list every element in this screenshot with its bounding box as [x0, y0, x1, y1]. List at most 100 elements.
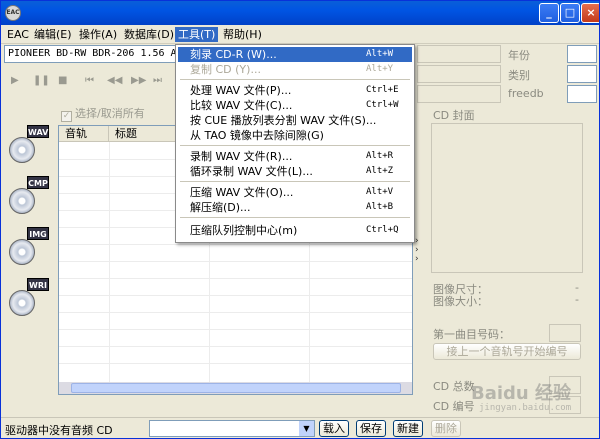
cue-select[interactable]: ▼: [149, 420, 315, 437]
menu-compression-queue[interactable]: 压缩队列控制中心(m) Ctrl+Q: [178, 223, 412, 238]
menu-item-label: 按 CUE 播放列表分割 WAV 文件(S)...: [190, 114, 377, 127]
prev-track-icon[interactable]: ◀◀: [107, 75, 122, 86]
continue-numbering-button[interactable]: 接上一个音轨号开始编号: [433, 343, 581, 360]
first-track-number-label: 第一曲目号码：: [433, 328, 510, 341]
track-list-scrollbar[interactable]: [59, 382, 412, 394]
artist-field[interactable]: [417, 65, 501, 83]
load-button[interactable]: 载入: [319, 420, 349, 437]
eac-window: EAC _ □ × EAC 编辑(E) 操作(A) 数据库(D) 工具(T) 帮…: [0, 0, 600, 439]
play-icon[interactable]: ▶: [11, 75, 19, 86]
cd-number-label: CD 编号: [433, 400, 475, 413]
minimize-button[interactable]: _: [539, 3, 559, 23]
grid-line: [109, 142, 110, 382]
tools-dropdown-menu: 刻录 CD-R (W)... Alt+W 复制 CD (Y)... Alt+Y …: [175, 44, 415, 243]
save-button[interactable]: 保存: [356, 420, 386, 437]
delete-button[interactable]: 删除: [431, 420, 461, 437]
disc-icon: [9, 188, 35, 214]
menu-compress-wav[interactable]: 压缩 WAV 文件(O)... Alt+V: [178, 185, 412, 200]
menu-item-shortcut: Alt+Z: [366, 166, 394, 176]
select-all-checkbox[interactable]: ✓ 选择/取消所有: [61, 105, 145, 122]
menu-item-shortcut: Ctrl+E: [366, 85, 399, 95]
disc-icon: [9, 290, 35, 316]
menu-eac[interactable]: EAC: [4, 27, 32, 42]
image-bytes-label: 图像大小：: [433, 295, 488, 308]
scrollbar-thumb[interactable]: [71, 383, 401, 393]
last-track-icon[interactable]: ⏭: [153, 75, 162, 86]
expand-arrows-icon[interactable]: › › ›: [415, 237, 427, 267]
album-field[interactable]: [417, 45, 501, 63]
col-track[interactable]: 音轨: [59, 126, 109, 142]
image-copy-button[interactable]: IMG: [9, 227, 49, 265]
chevron-down-icon[interactable]: ▼: [299, 421, 314, 436]
first-track-icon[interactable]: ⏮: [85, 75, 94, 86]
menu-record-wav[interactable]: 录制 WAV 文件(R)... Alt+R: [178, 149, 412, 164]
grid-line: [59, 278, 412, 279]
menu-remove-gaps-tao[interactable]: 从 TAO 镜像中去除间隙(G): [178, 128, 412, 143]
cd-cover-label: CD 封面: [433, 109, 475, 122]
first-track-number-field[interactable]: [549, 324, 581, 342]
title-bar[interactable]: EAC _ □ ×: [1, 1, 599, 25]
menu-decompress[interactable]: 解压缩(D)... Alt+B: [178, 200, 412, 215]
menu-item-label: 复制 CD (Y)...: [190, 63, 261, 76]
grid-line: [59, 261, 412, 262]
write-cd-button[interactable]: WRI: [9, 278, 49, 316]
drive-select[interactable]: PIONEER BD-RW BDR-206 1.56 Ad: [4, 45, 190, 63]
menu-item-shortcut: Alt+V: [366, 187, 394, 197]
menu-split-wav-by-cue[interactable]: 按 CUE 播放列表分割 WAV 文件(S)...: [178, 113, 412, 128]
status-message: 驱动器中没有音频 CD: [5, 424, 113, 437]
grid-line: [59, 363, 412, 364]
year-field[interactable]: [567, 45, 597, 63]
menu-process-wav[interactable]: 处理 WAV 文件(P)... Ctrl+E: [178, 83, 412, 98]
cd-cover-image[interactable]: [431, 123, 583, 273]
menu-compare-wav[interactable]: 比较 WAV 文件(C)... Ctrl+W: [178, 98, 412, 113]
menu-item-shortcut: Ctrl+W: [366, 100, 399, 110]
cd-total-label: CD 总数: [433, 380, 475, 393]
genre-field[interactable]: [567, 65, 597, 83]
pause-icon[interactable]: ❚❚: [33, 75, 50, 86]
menu-help[interactable]: 帮助(H): [220, 27, 265, 42]
extract-compressed-button[interactable]: CMP: [9, 176, 49, 214]
menu-item-label: 从 TAO 镜像中去除间隙(G): [190, 129, 324, 142]
wav-tag: WAV: [27, 125, 49, 138]
close-button[interactable]: ×: [581, 3, 599, 23]
menu-item-shortcut: Alt+R: [366, 151, 394, 161]
grid-line: [59, 346, 412, 347]
grid-line: [59, 244, 412, 245]
menu-copy-cd[interactable]: 复制 CD (Y)... Alt+Y: [178, 62, 412, 77]
menu-item-label: 录制 WAV 文件(R)...: [190, 150, 293, 163]
menu-separator: [180, 181, 410, 182]
menu-item-shortcut: Alt+W: [366, 49, 394, 59]
col-title[interactable]: 标题: [109, 126, 137, 142]
menu-edit[interactable]: 编辑(E): [31, 27, 75, 42]
menu-separator: [180, 79, 410, 80]
menu-item-label: 压缩 WAV 文件(O)...: [190, 186, 294, 199]
menu-loop-record-wav[interactable]: 循环录制 WAV 文件(L)... Alt+Z: [178, 164, 412, 179]
disc-icon: [9, 137, 35, 163]
disc-icon: [9, 239, 35, 265]
menu-item-label: 循环录制 WAV 文件(L)...: [190, 165, 313, 178]
img-tag: IMG: [27, 227, 49, 240]
menu-item-label: 比较 WAV 文件(C)...: [190, 99, 293, 112]
composer-field[interactable]: [417, 85, 501, 103]
grid-line: [59, 329, 412, 330]
menu-item-shortcut: Alt+Y: [366, 64, 394, 74]
menu-database[interactable]: 数据库(D): [121, 27, 177, 42]
menu-action[interactable]: 操作(A): [76, 27, 120, 42]
menu-separator: [180, 145, 410, 146]
new-button[interactable]: 新建: [393, 420, 423, 437]
year-label: 年份: [508, 49, 530, 62]
menu-tools[interactable]: 工具(T): [175, 27, 219, 42]
menu-item-label: 解压缩(D)...: [190, 201, 251, 214]
menu-item-label: 处理 WAV 文件(P)...: [190, 84, 292, 97]
eac-app-icon[interactable]: EAC: [5, 5, 21, 21]
next-track-icon[interactable]: ▶▶: [131, 75, 146, 86]
extract-wav-button[interactable]: WAV: [9, 125, 49, 163]
grid-line: [59, 312, 412, 313]
menu-burn-cdr[interactable]: 刻录 CD-R (W)... Alt+W: [178, 47, 412, 62]
stop-icon[interactable]: ■: [58, 75, 67, 86]
menu-separator: [180, 217, 410, 218]
freedb-field[interactable]: [567, 85, 597, 103]
maximize-button[interactable]: □: [560, 3, 580, 23]
menu-item-label: 压缩队列控制中心(m): [190, 224, 298, 237]
watermark-url: jingyan.baidu.com: [479, 403, 572, 413]
